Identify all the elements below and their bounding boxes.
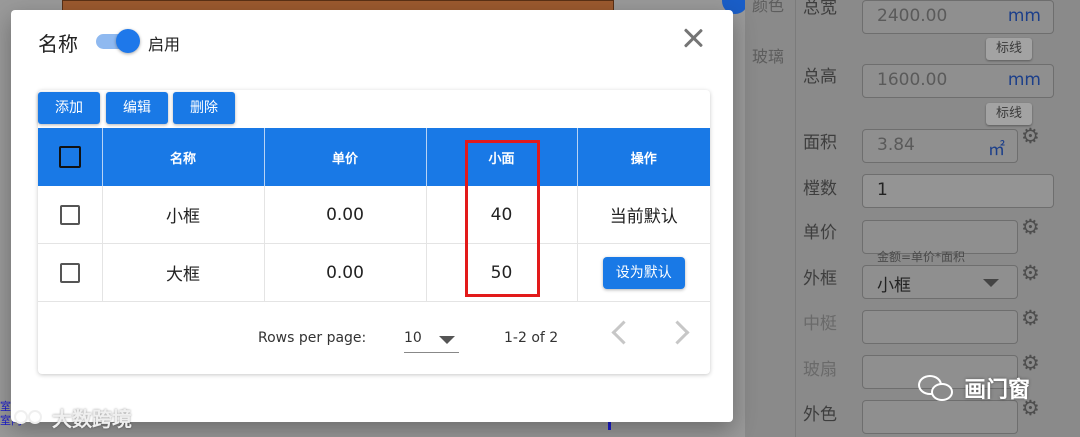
table-header-row: 名称 单价 小面 操作	[38, 128, 710, 186]
wechat-icon	[918, 373, 956, 403]
delete-button[interactable]: 删除	[173, 92, 235, 124]
pagination-footer: Rows per page: 10 1-2 of 2	[38, 302, 710, 374]
mark-line-button-width[interactable]: 标线	[986, 38, 1033, 60]
label-total-width: 总宽	[803, 0, 837, 18]
column-header-price[interactable]: 单价	[264, 128, 427, 186]
gear-icon[interactable]: ⚙	[1021, 308, 1040, 329]
count-value: 1	[877, 180, 888, 200]
area-unit: ㎡	[988, 140, 1005, 160]
outer-frame-select[interactable]: 小框	[862, 265, 1018, 299]
gear-icon[interactable]: ⚙	[1021, 353, 1040, 374]
row-checkbox[interactable]	[59, 204, 80, 225]
row-select-cell	[38, 186, 103, 244]
set-default-button[interactable]: 设为默认	[602, 256, 685, 289]
table-row[interactable]: 小框 0.00 40 当前默认	[38, 186, 710, 244]
rows-per-page-select[interactable]: 10	[404, 318, 459, 353]
watermark-left: 大数跨境	[14, 403, 132, 432]
select-all-cell	[38, 128, 103, 186]
gear-icon[interactable]: ⚙	[1021, 263, 1040, 284]
mullion-input[interactable]	[862, 310, 1018, 344]
row-checkbox[interactable]	[59, 262, 80, 283]
total-height-unit: mm	[1007, 70, 1041, 90]
label-mullion: 中梃	[803, 314, 837, 334]
watermark-right-text: 画门窗	[964, 378, 1031, 403]
chevron-right-icon[interactable]	[665, 320, 690, 345]
total-width-unit: mm	[1007, 6, 1041, 26]
label-outer-color: 外色	[803, 405, 837, 425]
label-count: 樘数	[803, 179, 837, 199]
rows-per-page-label: Rows per page:	[258, 330, 367, 346]
cell-name: 小框	[102, 186, 265, 244]
unit-price-hint: 金额=单价*面积	[877, 250, 966, 264]
label-total-height: 总高	[803, 67, 837, 87]
total-width-input[interactable]: 2400.00 mm	[862, 0, 1054, 34]
chevron-left-icon[interactable]	[611, 320, 636, 345]
highlight-box	[465, 140, 540, 297]
add-button[interactable]: 添加	[38, 92, 100, 124]
area-value: 3.84	[877, 135, 915, 155]
label-glass-sash: 玻扇	[803, 360, 837, 380]
total-width-value: 2400.00	[877, 6, 948, 26]
dialog-title: 名称	[38, 32, 78, 56]
cell-action-status: 当前默认	[577, 186, 710, 244]
cell-action: 设为默认	[577, 243, 710, 302]
watermark-left-text: 大数跨境	[52, 407, 132, 431]
tab-glass[interactable]: 玻璃	[752, 43, 784, 67]
area-input[interactable]: 3.84 ㎡	[862, 129, 1018, 163]
cell-price: 0.00	[264, 186, 427, 244]
label-area: 面积	[803, 133, 837, 153]
data-table: 名称 单价 小面 操作 小框 0.00 40 当前默认 大框 0.00 50 设…	[38, 128, 710, 302]
outer-color-input[interactable]	[862, 400, 1018, 434]
frame-settings-dialog: 名称 启用 添加 编辑 删除 名称 单价 小面 操作 小框 0.00 40 当前…	[11, 10, 733, 422]
enable-switch[interactable]	[96, 29, 142, 53]
panel-divider	[795, 0, 796, 437]
mark-line-button-height[interactable]: 标线	[986, 103, 1033, 125]
watermark-logo-icon	[14, 407, 48, 429]
unit-price-input[interactable]: 金额=单价*面积	[862, 220, 1018, 264]
label-outer-frame: 外框	[803, 269, 837, 289]
row-select-cell	[38, 243, 103, 302]
outer-frame-value: 小框	[877, 276, 911, 296]
chevron-down-icon	[439, 336, 455, 344]
table-row[interactable]: 大框 0.00 50 设为默认	[38, 243, 710, 302]
chevron-down-icon	[983, 279, 999, 287]
enable-switch-label: 启用	[148, 35, 181, 54]
cell-name: 大框	[102, 243, 265, 302]
count-input[interactable]: 1	[862, 174, 1054, 208]
label-unit-price: 单价	[803, 223, 837, 243]
column-header-name[interactable]: 名称	[102, 128, 265, 186]
watermark-right: 画门窗	[918, 372, 1030, 404]
cell-price: 0.00	[264, 243, 427, 302]
gear-icon[interactable]: ⚙	[1021, 126, 1040, 147]
total-height-value: 1600.00	[877, 70, 948, 90]
page-range: 1-2 of 2	[504, 330, 559, 346]
rows-per-page-value: 10	[404, 330, 422, 346]
gear-icon[interactable]: ⚙	[1021, 217, 1040, 238]
total-height-input[interactable]: 1600.00 mm	[862, 64, 1054, 98]
tab-color[interactable]: 颜色	[752, 0, 784, 16]
column-header-action: 操作	[577, 128, 710, 186]
data-table-card: 添加 编辑 删除 名称 单价 小面 操作 小框 0.00 40 当前默认 大框 …	[38, 90, 710, 374]
switch-knob	[116, 29, 140, 53]
close-icon[interactable]	[681, 26, 705, 50]
select-all-checkbox[interactable]	[58, 146, 81, 168]
edit-button[interactable]: 编辑	[106, 92, 168, 124]
